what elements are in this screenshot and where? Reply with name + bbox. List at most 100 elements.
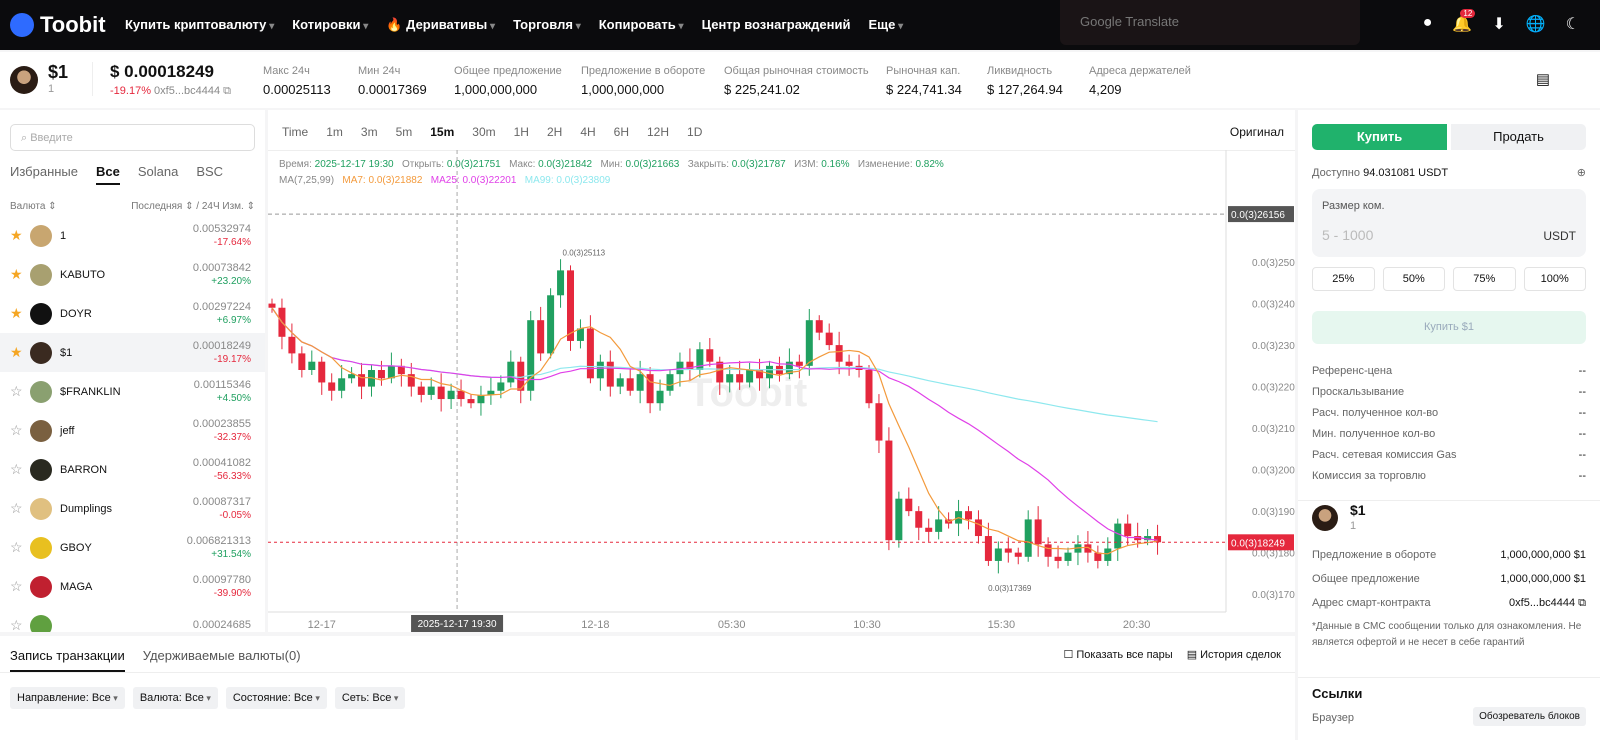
- nav-rewards[interactable]: Центр вознаграждений: [702, 17, 851, 33]
- candle-body: [338, 378, 346, 391]
- moon-icon[interactable]: ☾: [1566, 14, 1580, 34]
- pct-50[interactable]: 50%: [1382, 267, 1445, 291]
- add-funds-icon[interactable]: ⊕: [1577, 166, 1586, 179]
- token-avatar: [30, 419, 52, 442]
- sort-currency[interactable]: Валюта ⇕: [10, 201, 57, 212]
- candle-body: [567, 270, 574, 341]
- star-icon[interactable]: ★: [10, 305, 30, 322]
- candle-body: [875, 403, 883, 441]
- sort-last[interactable]: Последняя ⇕ / 24Ч Изм. ⇕: [131, 201, 255, 212]
- token-change: -0.05%: [219, 510, 251, 521]
- block-explorer-button[interactable]: Обозреватель блоков: [1473, 707, 1586, 726]
- candle-body: [706, 349, 714, 362]
- token-row[interactable]: ☆ BARRON 0.00041082 -56.33%: [0, 450, 265, 489]
- pct-25[interactable]: 25%: [1312, 267, 1375, 291]
- detail-row: Проскальзывание --: [1312, 385, 1586, 398]
- crosshair-time-label: 2025-12-17 19:30: [418, 619, 497, 630]
- x-tick-label: 05:30: [718, 619, 746, 631]
- globe-icon[interactable]: 🌐: [1526, 14, 1546, 34]
- candle-body: [328, 382, 336, 391]
- star-icon[interactable]: ☆: [10, 539, 30, 556]
- pct-100[interactable]: 100%: [1523, 267, 1586, 291]
- token-avatar: [30, 224, 52, 247]
- token-row[interactable]: ★ DOYR 0.00297224 +6.97%: [0, 294, 265, 333]
- user-icon[interactable]: ●: [1423, 14, 1433, 34]
- nav-more[interactable]: Еще: [868, 17, 903, 33]
- download-icon[interactable]: ⬇: [1492, 14, 1505, 34]
- token-row[interactable]: ☆ Dumplings 0.00087317 -0.05%: [0, 489, 265, 528]
- candle-body: [606, 361, 614, 387]
- star-icon[interactable]: ★: [10, 266, 30, 283]
- star-icon[interactable]: ☆: [10, 500, 30, 517]
- token-row[interactable]: ☆ GBOY 0.006821313 +31.54%: [0, 528, 265, 567]
- chart-panel: Time 1m 3m 5m 15m 30m 1H 2H 4H 6H 12H 1D Оригинал В…: [268, 110, 1295, 632]
- notes-icon[interactable]: ▤: [1536, 70, 1550, 88]
- candlestick-chart[interactable]: Toobit0.0(3)250000.0(3)240000.0(3)230000…: [268, 110, 1295, 632]
- y-tick-label: 0.0(3)24000: [1252, 300, 1295, 311]
- candle-body: [835, 345, 843, 362]
- fire-icon: 🔥: [386, 17, 403, 32]
- token-row[interactable]: ★ 1 0.00532974 -17.64%: [0, 216, 265, 255]
- tab-holdings[interactable]: Удерживаемые валюты(0): [143, 648, 301, 672]
- sell-tab[interactable]: Продать: [1451, 124, 1586, 150]
- token-row[interactable]: ☆ MAGA 0.00097780 -39.90%: [0, 567, 265, 606]
- token-name: $1: [60, 346, 73, 359]
- pct-75[interactable]: 75%: [1453, 267, 1516, 291]
- search-input[interactable]: ⌕ Введите: [10, 124, 255, 151]
- token-row[interactable]: ☆ 0.00024685: [0, 606, 265, 632]
- token-avatar-small: [1312, 505, 1338, 531]
- tab-solana[interactable]: Solana: [138, 164, 178, 185]
- token-price: 0.00024685: [192, 618, 251, 631]
- candle-body: [427, 386, 435, 395]
- amount-input[interactable]: Размер ком. 5 - 1000 USDT: [1312, 189, 1586, 257]
- filter-network[interactable]: Сеть: Все: [334, 687, 406, 709]
- trade-history-link[interactable]: ▤ История сделок: [1187, 648, 1281, 661]
- star-icon[interactable]: ☆: [10, 422, 30, 439]
- stat-total-supply: Общее предложение 1,000,000,000: [454, 65, 562, 97]
- star-icon[interactable]: ★: [10, 227, 30, 244]
- available-balance: 94.031081 USDT: [1363, 166, 1449, 179]
- buy-submit-button[interactable]: Купить $1: [1312, 311, 1586, 344]
- token-price: 0.00532974: [192, 223, 251, 235]
- candle-body: [825, 332, 833, 346]
- info-row: Предложение в обороте 1,000,000,000 $1: [1312, 549, 1586, 561]
- candle-body: [656, 390, 664, 404]
- nav-derivatives[interactable]: 🔥 Деривативы: [386, 17, 495, 33]
- nav-quotes[interactable]: Котировки: [292, 17, 368, 33]
- bell-icon[interactable]: 🔔 12: [1452, 9, 1476, 34]
- tab-bsc[interactable]: BSC: [196, 164, 223, 185]
- star-icon[interactable]: ☆: [10, 578, 30, 595]
- tab-transactions[interactable]: Запись транзакции: [10, 648, 125, 672]
- token-row[interactable]: ☆ jeff 0.00023855 -32.37%: [0, 411, 265, 450]
- star-icon[interactable]: ☆: [10, 383, 30, 400]
- token-row[interactable]: ☆ $FRANKLIN 0.00115346 +4.50%: [0, 372, 265, 411]
- star-icon[interactable]: ★: [10, 344, 30, 361]
- candle-body: [547, 295, 555, 354]
- filter-direction[interactable]: Направление: Все: [10, 687, 125, 709]
- detail-row: Мин. полученное кол-во --: [1312, 427, 1586, 440]
- token-price: 0.00087317: [192, 496, 251, 508]
- filter-status[interactable]: Состояние: Все: [225, 687, 327, 709]
- show-all-pairs-checkbox[interactable]: ☐ Показать все пары: [1063, 648, 1172, 661]
- last-price-label: 0.0(3)18249: [1231, 538, 1285, 549]
- candle-body: [1054, 556, 1062, 561]
- ma7-line: [271, 307, 1158, 555]
- logo[interactable]: Toobit: [10, 12, 125, 38]
- token-avatar: [30, 263, 52, 286]
- star-icon[interactable]: ☆: [10, 461, 30, 478]
- tab-all[interactable]: Все: [96, 164, 120, 185]
- nav-trade[interactable]: Торговля: [513, 17, 581, 33]
- candle-body: [557, 270, 565, 296]
- candle-body: [686, 361, 694, 370]
- filter-currency[interactable]: Валюта: Все: [132, 687, 218, 709]
- copy-icon[interactable]: ⧉: [223, 85, 231, 97]
- candle-body: [457, 390, 465, 400]
- star-icon[interactable]: ☆: [10, 617, 30, 632]
- y-tick-label: 0.0(3)20000: [1252, 466, 1295, 477]
- token-row[interactable]: ★ KABUTO 0.00073842 +23.20%: [0, 255, 265, 294]
- buy-tab[interactable]: Купить: [1312, 124, 1447, 150]
- nav-copy[interactable]: Копировать: [599, 17, 684, 33]
- tab-favorites[interactable]: Избранные: [10, 164, 78, 185]
- nav-buy-crypto[interactable]: Купить криптовалюту: [125, 17, 274, 33]
- token-row[interactable]: ★ $1 0.00018249 -19.17%: [0, 333, 265, 372]
